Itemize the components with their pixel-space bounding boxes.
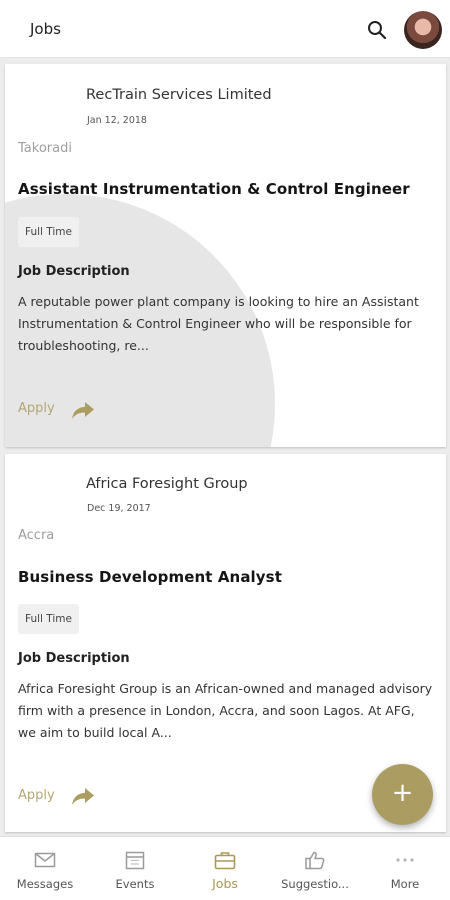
add-job-button[interactable]: + [372, 764, 433, 825]
company-name: Africa Foresight Group [86, 476, 248, 492]
nav-item-more[interactable]: More [360, 837, 450, 900]
job-location: Takoradi [18, 141, 72, 156]
search-icon[interactable] [366, 19, 388, 41]
share-icon[interactable] [71, 400, 95, 420]
job-description: A reputable power plant company is looki… [18, 294, 419, 353]
share-icon[interactable] [71, 786, 95, 806]
briefcase-icon [214, 852, 236, 870]
nav-label: Messages [16, 877, 74, 891]
calendar-icon [125, 851, 145, 870]
job-title[interactable]: Business Development Analyst [18, 568, 282, 586]
nav-item-suggestions[interactable]: Suggestio... [270, 837, 360, 900]
description-heading: Job Description [18, 264, 130, 279]
description-heading: Job Description [18, 651, 130, 666]
job-type-badge: Full Time [18, 217, 79, 247]
bottom-navigation: Messages Events Jobs Suggestio... More [0, 836, 450, 900]
nav-item-messages[interactable]: Messages [0, 837, 90, 900]
job-title[interactable]: Assistant Instrumentation & Control Engi… [18, 180, 410, 198]
nav-label: More [390, 877, 420, 891]
job-type-badge: Full Time [18, 604, 79, 634]
post-date: Dec 19, 2017 [87, 503, 151, 514]
more-dots-icon [396, 858, 414, 862]
job-location: Accra [18, 528, 55, 543]
post-date: Jan 12, 2018 [87, 115, 147, 126]
job-description: Africa Foresight Group is an African-own… [18, 681, 433, 740]
job-card[interactable]: RecTrain Services Limited Jan 12, 2018 T… [5, 64, 446, 447]
company-name: RecTrain Services Limited [86, 87, 272, 103]
top-app-bar: Jobs [0, 0, 450, 58]
thumbs-up-icon [305, 851, 325, 870]
nav-item-events[interactable]: Events [90, 837, 180, 900]
nav-label: Events [115, 877, 155, 891]
apply-button[interactable]: Apply [18, 401, 55, 416]
apply-button[interactable]: Apply [18, 788, 55, 803]
nav-item-jobs[interactable]: Jobs [180, 837, 270, 900]
nav-label: Jobs [212, 876, 238, 891]
page-title: Jobs [30, 20, 61, 38]
avatar[interactable] [404, 11, 442, 49]
mail-icon [34, 852, 56, 868]
nav-label: Suggestio... [281, 877, 349, 891]
